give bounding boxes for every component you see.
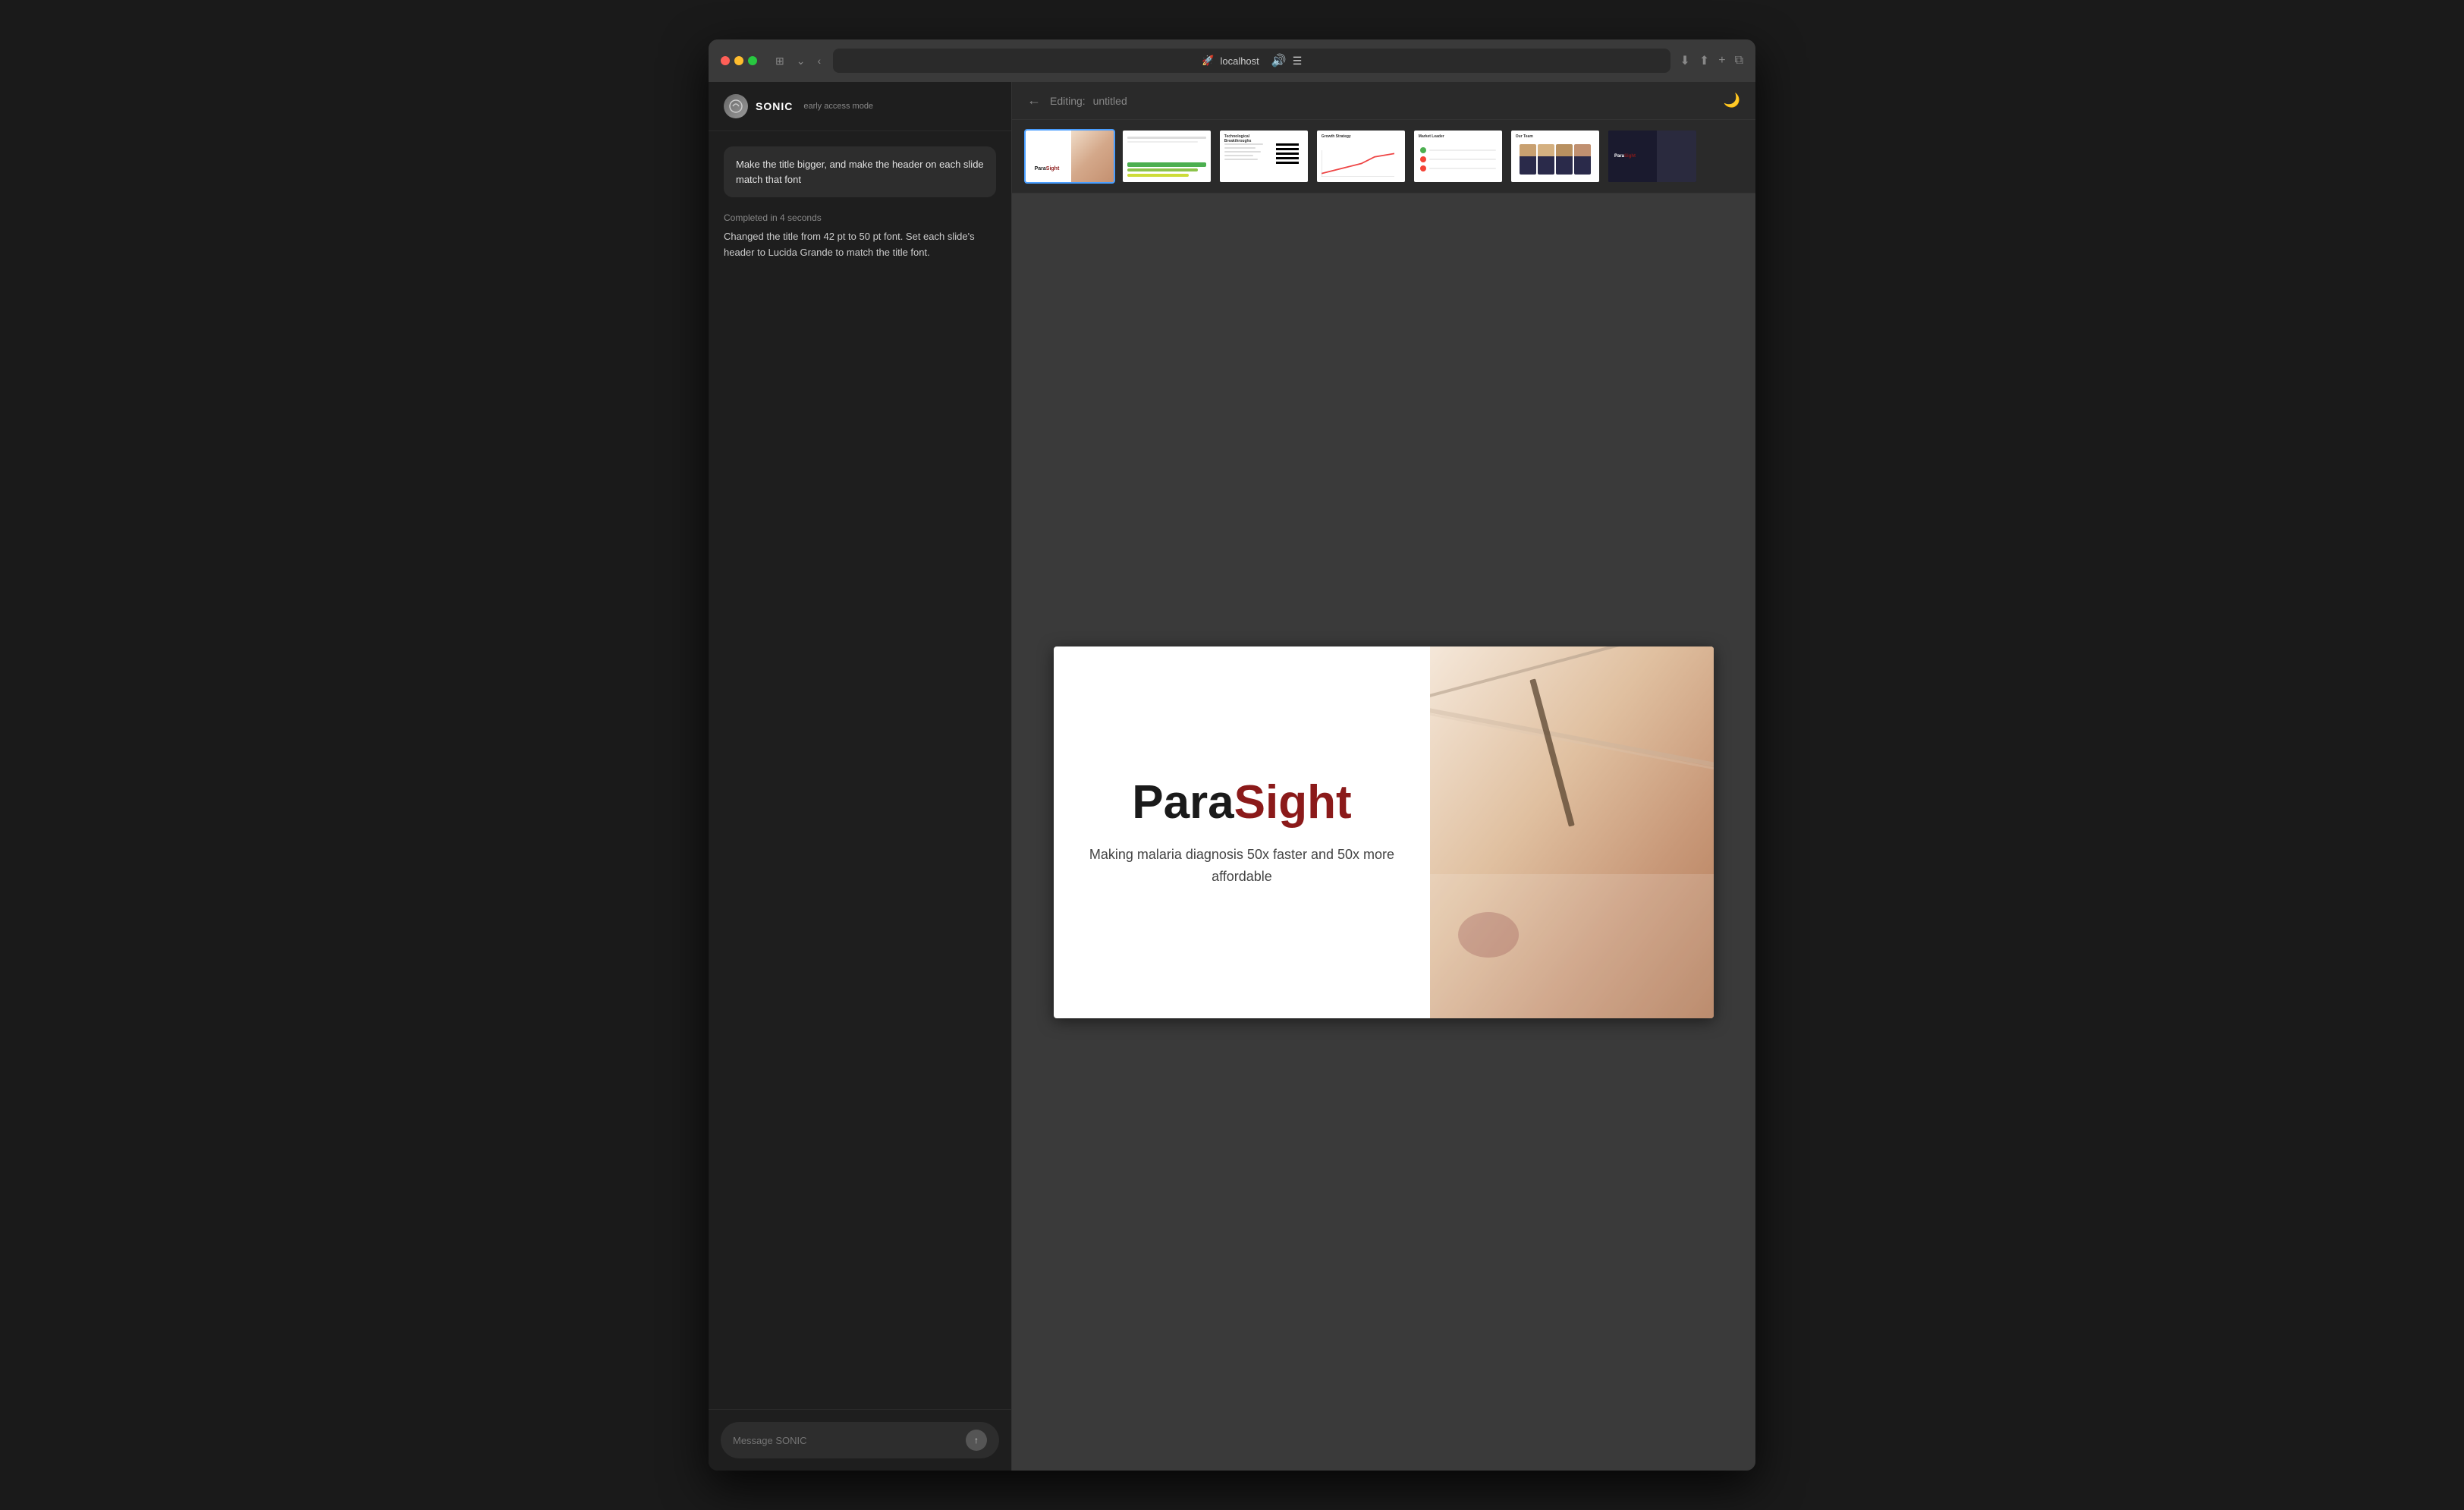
thumb-parasight-1: ParaSight <box>1035 166 1060 171</box>
reader-icon: ☰ <box>1293 55 1303 68</box>
slide-thumbnail-7[interactable]: ParaSight <box>1607 129 1698 184</box>
slide-decoration <box>1430 646 1714 1018</box>
traffic-lights <box>721 56 757 65</box>
sidebar-footer: ↑ <box>709 1409 1011 1471</box>
site-icon: 🚀 <box>1202 55 1214 67</box>
audio-icon: 🔊 <box>1271 53 1287 68</box>
slide-thumbnails: ParaSight <box>1012 120 1755 193</box>
slide-subtitle: Making malaria diagnosis 50x faster and … <box>1084 844 1400 888</box>
content-header: ← Editing: untitled 🌙 <box>1012 82 1755 120</box>
title-sight: Sight <box>1234 776 1352 829</box>
sonic-logo <box>724 94 748 118</box>
address-text: localhost <box>1220 55 1259 67</box>
chevron-down-icon[interactable]: ⌄ <box>794 53 809 69</box>
slide-thumbnail-2[interactable] <box>1121 129 1212 184</box>
slide-title: ParaSight <box>1132 777 1351 829</box>
thumb-dark-label: ParaSight <box>1614 154 1636 159</box>
slide-thumbnail-3[interactable]: Technological Breakthroughs <box>1218 129 1309 184</box>
ai-response: Completed in 4 seconds Changed the title… <box>724 212 996 261</box>
slide-thumbnail-1[interactable]: ParaSight <box>1024 129 1115 184</box>
header-right: 🌙 <box>1724 93 1740 109</box>
ai-status: Completed in 4 seconds <box>724 212 996 223</box>
user-message: Make the title bigger, and make the head… <box>724 146 996 197</box>
app-container: SONIC early access mode Make the title b… <box>709 82 1755 1471</box>
document-name[interactable]: untitled <box>1093 95 1127 107</box>
browser-actions: ⬇ ⬆ + ⧉ <box>1680 53 1743 68</box>
download-button[interactable]: ⬇ <box>1680 53 1689 68</box>
slide-thumbnail-6[interactable]: Our Team <box>1510 129 1601 184</box>
sidebar-toggle-button[interactable]: ⊞ <box>772 53 787 69</box>
message-input-container: ↑ <box>721 1422 999 1458</box>
header-left: ← Editing: untitled <box>1027 93 1127 109</box>
slide-view: ParaSight Making malaria diagnosis 50x f… <box>1012 193 1755 1471</box>
close-button[interactable] <box>721 56 730 65</box>
message-input[interactable] <box>733 1435 958 1446</box>
address-bar[interactable]: 🚀 localhost 🔊 ☰ <box>833 49 1670 73</box>
sidebar-content: Make the title bigger, and make the head… <box>709 131 1011 1409</box>
new-tab-button[interactable]: + <box>1718 54 1725 68</box>
send-button[interactable]: ↑ <box>966 1430 987 1451</box>
early-access-badge: early access mode <box>803 102 873 111</box>
sidebar: SONIC early access mode Make the title b… <box>709 82 1012 1471</box>
slide-left: ParaSight Making malaria diagnosis 50x f… <box>1054 646 1430 1018</box>
slide-image <box>1430 646 1714 1018</box>
editing-label: Editing: untitled <box>1050 95 1127 107</box>
sidebar-header: SONIC early access mode <box>709 82 1011 131</box>
main-slide: ParaSight Making malaria diagnosis 50x f… <box>1054 646 1714 1018</box>
slide-thumbnail-5[interactable]: Market Leader <box>1413 129 1504 184</box>
share-button[interactable]: ⬆ <box>1699 53 1709 68</box>
app-name: SONIC <box>756 100 793 112</box>
browser-chrome: ⊞ ⌄ ‹ 🚀 localhost 🔊 ☰ ⬇ ⬆ + ⧉ <box>709 39 1755 82</box>
growth-chart <box>1322 150 1394 177</box>
slide-thumbnail-4[interactable]: Growth Strategy <box>1315 129 1406 184</box>
browser-controls: ⊞ ⌄ ‹ <box>772 53 824 69</box>
ai-response-text: Changed the title from 42 pt to 50 pt fo… <box>724 229 996 261</box>
minimize-button[interactable] <box>734 56 743 65</box>
back-button[interactable]: ← <box>1027 93 1041 109</box>
title-para: Para <box>1132 776 1234 829</box>
tab-overview-button[interactable]: ⧉ <box>1735 54 1743 68</box>
theme-toggle-button[interactable]: 🌙 <box>1724 93 1740 109</box>
back-navigation-button[interactable]: ‹ <box>814 53 824 68</box>
main-content: ← Editing: untitled 🌙 <box>1012 82 1755 1471</box>
maximize-button[interactable] <box>748 56 757 65</box>
browser-window: ⊞ ⌄ ‹ 🚀 localhost 🔊 ☰ ⬇ ⬆ + ⧉ <box>709 39 1755 1471</box>
qr-icon <box>1276 141 1299 164</box>
